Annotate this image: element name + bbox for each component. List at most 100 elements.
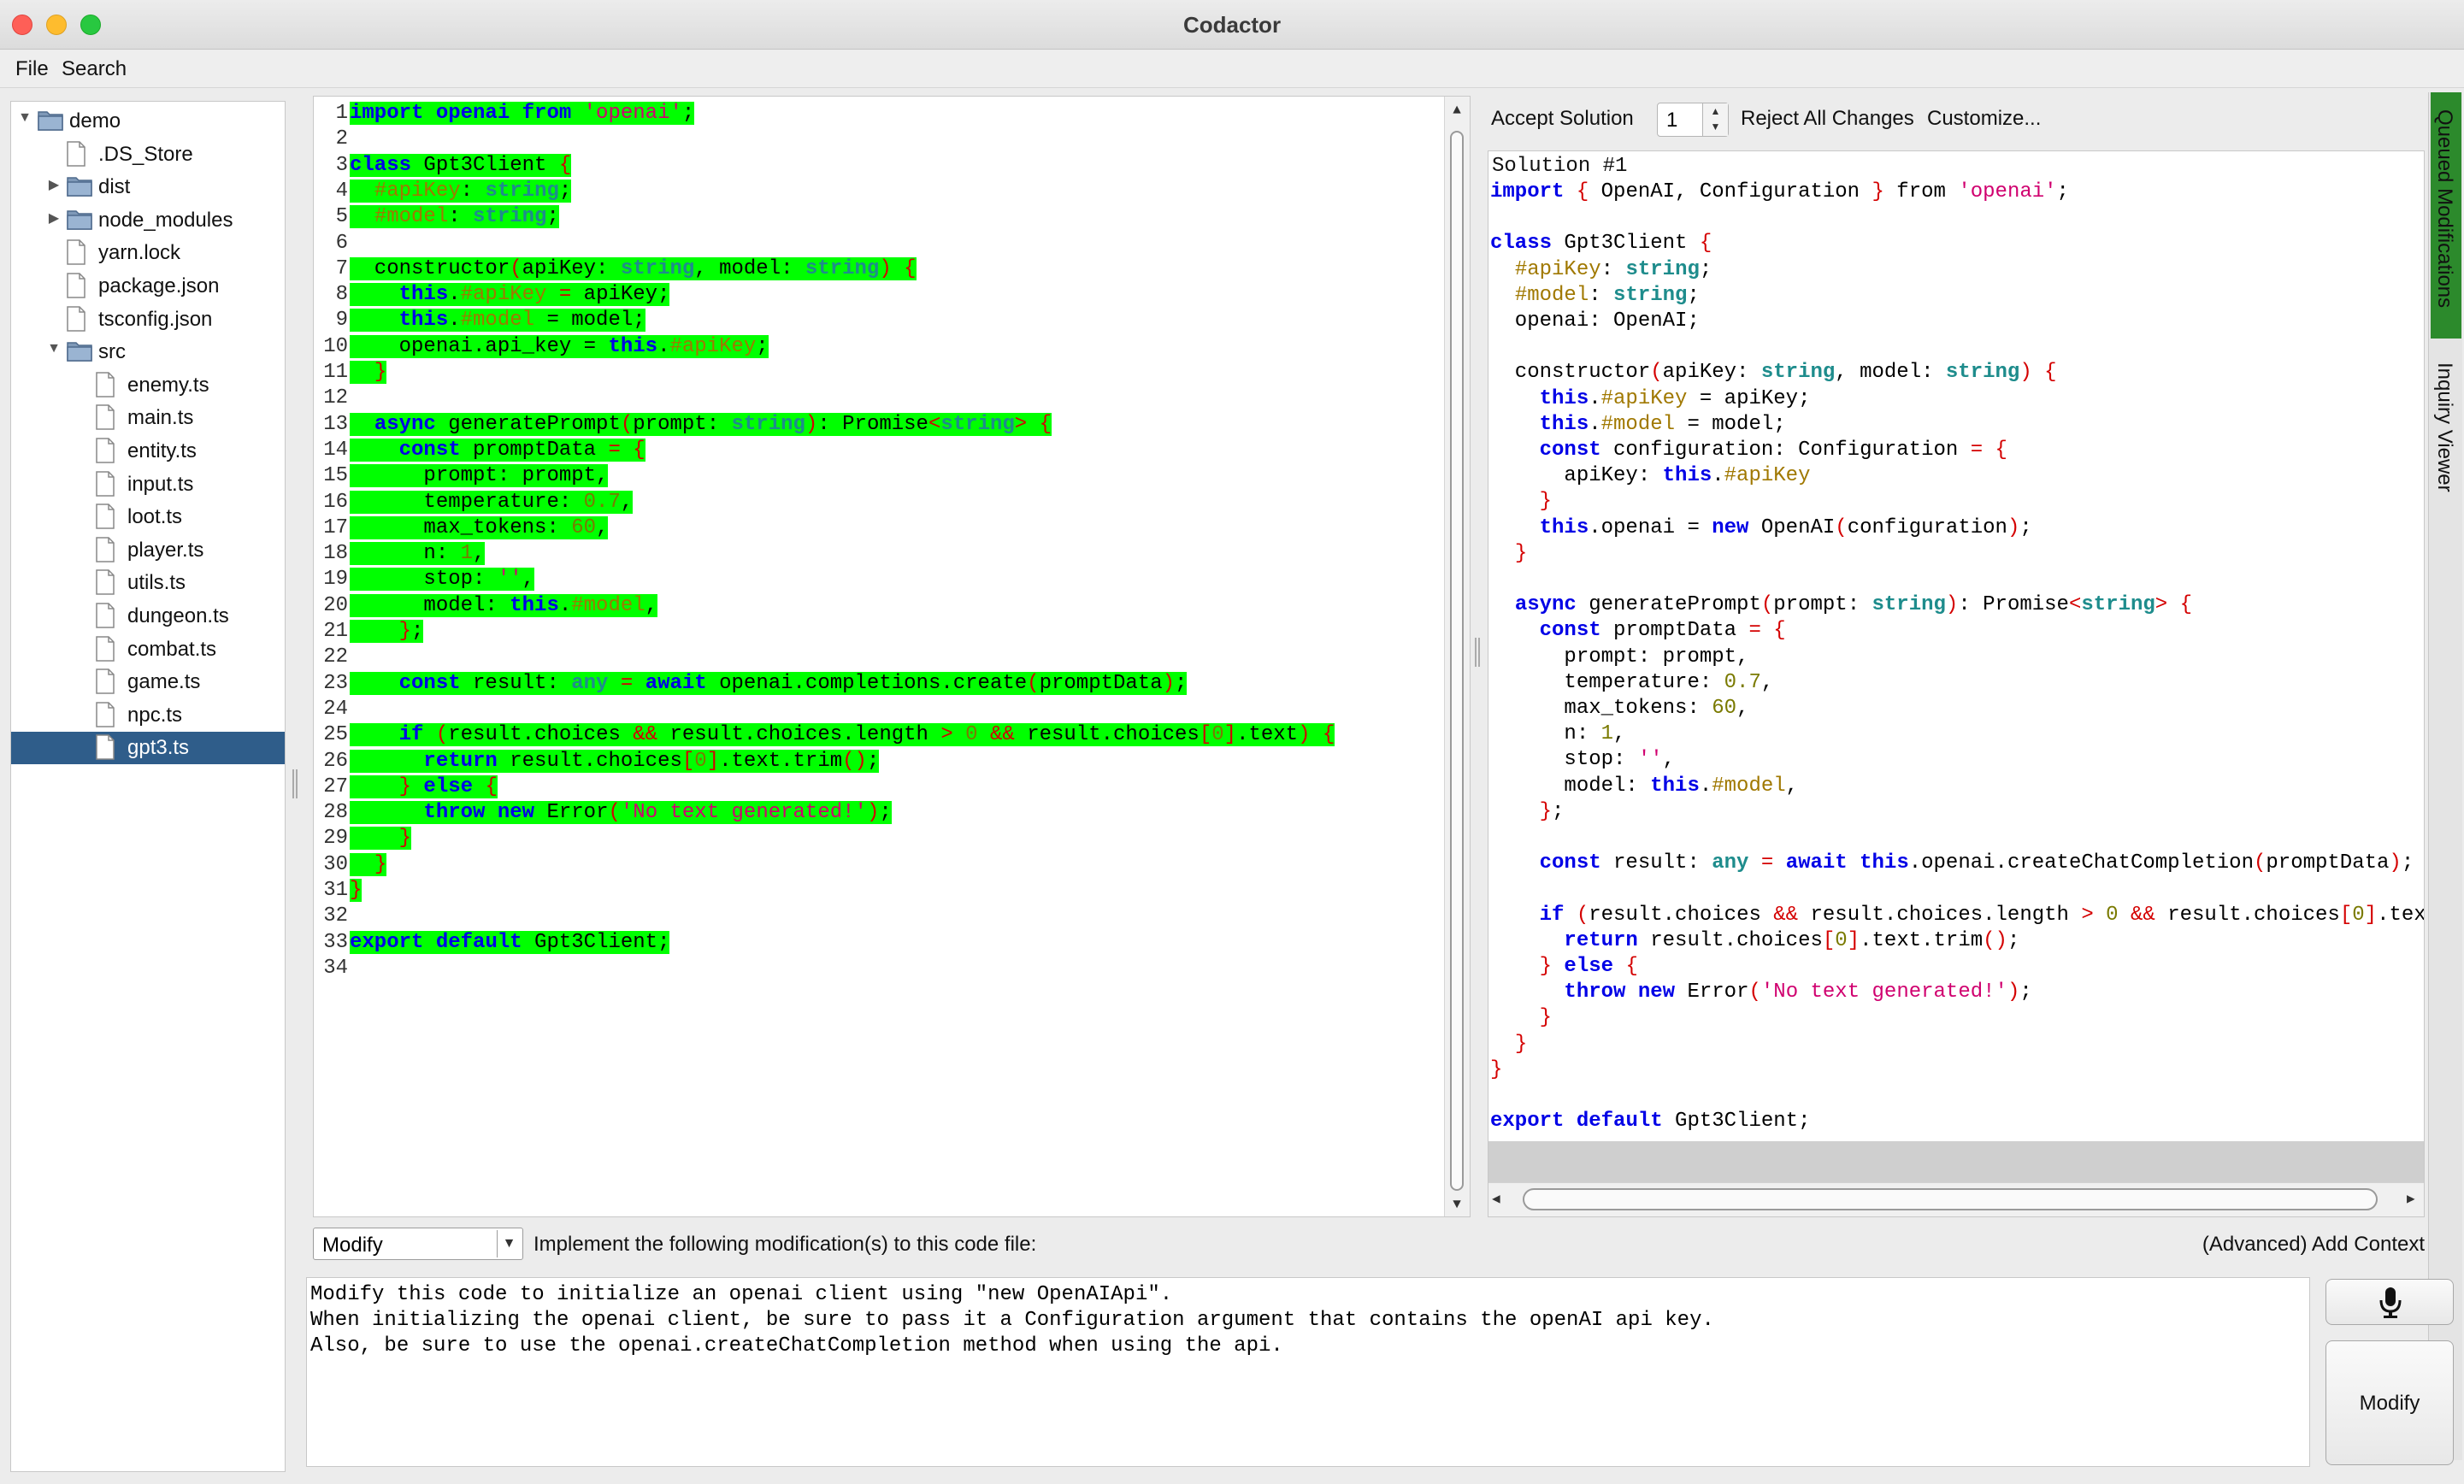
scroll-right-arrow-icon[interactable]: ▶ — [2407, 1190, 2415, 1207]
scrollbar-thumb[interactable] — [1450, 131, 1464, 1191]
expanded-arrow-icon[interactable]: ▼ — [16, 110, 33, 126]
file-icon — [95, 603, 115, 634]
scrollbar-thumb[interactable] — [1523, 1188, 2378, 1210]
solution-viewer[interactable]: Solution #1 import { OpenAI, Configurati… — [1488, 150, 2425, 1217]
file-icon — [66, 305, 86, 338]
solution-title: Solution #1 — [1492, 155, 1628, 178]
editor-vertical-scrollbar[interactable]: ▲ ▼ — [1444, 97, 1470, 1216]
line-number: 11 — [323, 361, 348, 384]
tree-file[interactable]: player.ts — [11, 534, 285, 567]
menu-search[interactable]: Search — [62, 57, 127, 81]
tree-node-label: .DS_Store — [98, 142, 193, 166]
file-icon — [95, 372, 115, 403]
line-number: 17 — [323, 515, 348, 539]
scroll-down-arrow-icon[interactable]: ▼ — [1445, 1192, 1469, 1216]
chevron-down-icon[interactable]: ▼ — [497, 1230, 521, 1257]
mode-select[interactable]: Modify ▼ — [313, 1228, 523, 1260]
line-number: 14 — [323, 438, 348, 462]
line-number: 2 — [335, 127, 348, 151]
tree-file[interactable]: main.ts — [11, 402, 285, 434]
code-text: } — [350, 852, 387, 876]
tree-file[interactable]: game.ts — [11, 666, 285, 698]
tree-node-label: yarn.lock — [98, 241, 181, 265]
line-number: 9 — [335, 309, 348, 333]
scroll-left-arrow-icon[interactable]: ◀ — [1492, 1190, 1500, 1207]
collapsed-arrow-icon[interactable]: ▶ — [45, 176, 62, 193]
solution-code-line: const result: any = await this.openai.cr… — [1539, 851, 2414, 875]
solution-code-line: max_tokens: 60, — [1490, 697, 1749, 720]
solution-code-line: async generatePrompt(prompt: string): Pr… — [1514, 593, 2192, 617]
code-text: import openai from 'openai'; — [350, 102, 695, 125]
tree-file[interactable]: entity.ts — [11, 435, 285, 468]
prompt-line: Also, be sure to use the openai.createCh… — [310, 1334, 1283, 1357]
tree-file[interactable]: utils.ts — [11, 567, 285, 599]
tree-file[interactable]: gpt3.ts — [11, 732, 285, 765]
tree-file[interactable]: package.json — [11, 270, 285, 303]
solution-code-line: export default Gpt3Client; — [1490, 1110, 1811, 1134]
code-text: } — [350, 827, 412, 851]
tree-file[interactable]: tsconfig.json — [11, 303, 285, 336]
tree-folder[interactable]: ▼ src — [11, 336, 285, 368]
line-number: 31 — [323, 879, 348, 902]
line-number: 5 — [335, 205, 348, 229]
tab-inquiry-viewer[interactable]: Inquiry Viewer — [2432, 362, 2456, 492]
add-context-button[interactable]: (Advanced) Add Context — [2202, 1233, 2425, 1257]
tree-file[interactable]: enemy.ts — [11, 369, 285, 402]
microphone-button[interactable] — [2325, 1279, 2454, 1325]
tree-node-label: game.ts — [127, 670, 201, 694]
file-icon — [95, 537, 115, 568]
tree-folder[interactable]: ▶ node_modules — [11, 204, 285, 237]
microphone-icon — [2379, 1287, 2402, 1318]
tree-folder[interactable]: ▶ dist — [11, 171, 285, 203]
line-number: 23 — [323, 671, 348, 695]
customize-button[interactable]: Customize... — [1927, 107, 2041, 131]
modification-prompt-input[interactable]: Modify this code to initialize an openai… — [306, 1277, 2310, 1467]
tree-node-label: main.ts — [127, 406, 194, 430]
code-text: constructor(apiKey: string, model: strin… — [350, 256, 917, 280]
modify-button[interactable]: Modify — [2325, 1340, 2454, 1465]
expanded-arrow-icon[interactable]: ▼ — [45, 341, 62, 356]
solution-code-line: this.openai = new OpenAI(configuration); — [1539, 515, 2032, 539]
code-text: #model: string; — [350, 205, 559, 229]
solution-index-spinner[interactable]: 1 ▲ ▼ — [1657, 103, 1729, 137]
scroll-up-arrow-icon[interactable]: ▲ — [1445, 98, 1469, 122]
line-number: 4 — [335, 179, 348, 203]
prompt-line: When initializing the openai client, be … — [310, 1309, 1714, 1332]
solution-code-line: throw new Error('No text generated!'); — [1564, 980, 2032, 1004]
mode-select-value[interactable]: Modify — [322, 1234, 383, 1257]
solution-code-line: } — [1490, 1057, 1503, 1081]
tree-file[interactable]: npc.ts — [11, 699, 285, 732]
menu-file[interactable]: File — [15, 57, 49, 81]
tree-folder[interactable]: ▼ demo — [11, 105, 285, 138]
tree-file[interactable]: .DS_Store — [11, 138, 285, 171]
accept-solution-button[interactable]: Accept Solution — [1491, 107, 1634, 131]
tab-queued-modifications[interactable]: Queued Modifications — [2431, 92, 2461, 339]
tree-file[interactable]: dungeon.ts — [11, 600, 285, 633]
solution-code-line: prompt: prompt, — [1490, 645, 1749, 668]
line-number: 30 — [323, 852, 348, 876]
collapsed-arrow-icon[interactable]: ▶ — [45, 209, 62, 227]
tree-file[interactable]: input.ts — [11, 468, 285, 501]
reject-all-changes-button[interactable]: Reject All Changes — [1741, 107, 1914, 131]
solution-code-line: } — [1539, 1006, 1553, 1030]
tree-file[interactable]: loot.ts — [11, 501, 285, 533]
code-text: model: this.#model, — [350, 593, 658, 617]
line-number: 24 — [323, 697, 348, 721]
code-text: } — [350, 361, 387, 384]
code-editor[interactable]: 1 import openai from 'openai'; 2 3 class Gpt… — [313, 96, 1471, 1217]
left-split-handle[interactable] — [292, 769, 298, 798]
line-number: 34 — [323, 956, 348, 980]
solution-code-line: class Gpt3Client { — [1490, 232, 1712, 256]
middle-split-handle[interactable] — [1475, 638, 1480, 667]
tree-file[interactable]: combat.ts — [11, 633, 285, 666]
solution-code-line: } else { — [1539, 955, 1638, 978]
line-number: 22 — [323, 645, 348, 669]
line-number: 7 — [335, 256, 348, 280]
tree-file[interactable]: yarn.lock — [11, 237, 285, 269]
solution-horizontal-scrollbar[interactable]: ◀ ▶ — [1488, 1182, 2424, 1216]
solution-index-value[interactable]: 1 — [1666, 109, 1677, 132]
solution-code-line: stop: '', — [1490, 748, 1676, 772]
spinner-arrows-icon[interactable]: ▲ ▼ — [1702, 103, 1728, 136]
side-tabs: Queued Modifications Inquiry Viewer — [2428, 92, 2462, 1460]
file-tree[interactable]: ▼ demo .DS_Store ▶ dist ▶ node_modules yarn.loc… — [10, 101, 286, 1472]
